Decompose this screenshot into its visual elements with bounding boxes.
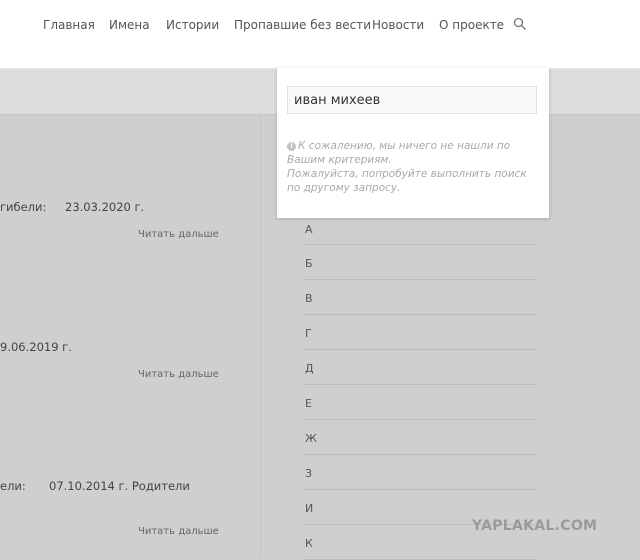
search-icon[interactable] [513, 17, 527, 31]
search-dropdown: !К сожалению, мы ничего не нашли по Ваши… [277, 68, 549, 218]
letter-g[interactable]: Г [304, 315, 536, 350]
entry-3-date: 07.10.2014 г. Родители [49, 479, 190, 493]
letter-z[interactable]: З [304, 455, 536, 490]
letter-b[interactable]: Б [304, 245, 536, 280]
top-navigation: Главная Имена Истории Пропавшие без вест… [0, 0, 640, 69]
entry-2-date: 9.06.2019 г. [0, 340, 72, 354]
entry-1-label: гибели: [0, 200, 47, 214]
nav-item-home[interactable]: Главная [43, 18, 95, 32]
letter-e[interactable]: Е [304, 385, 536, 420]
nav-item-names[interactable]: Имена [109, 18, 150, 32]
nav-item-stories[interactable]: Истории [166, 18, 219, 32]
letter-d[interactable]: Д [304, 350, 536, 385]
alphabet-index: А Б В Г Д Е Ж З И К [304, 210, 536, 560]
entry-3-label: ели: [0, 479, 26, 493]
nav-item-missing[interactable]: Пропавшие без вести [234, 18, 371, 32]
info-icon: ! [287, 142, 296, 151]
no-results-message: ! К сожалению, мы ничего не нашли по Ваши… [287, 139, 542, 195]
no-results-line-2: Пожалуйста, попробуйте выполнить поиск п… [287, 168, 527, 194]
dropdown-caret [517, 61, 531, 68]
nav-item-news[interactable]: Новости [372, 18, 424, 32]
nav-item-about[interactable]: О проекте [439, 18, 504, 32]
letter-v[interactable]: В [304, 280, 536, 315]
watermark-logo: YAPLAKAL.COM [472, 518, 598, 534]
entry-1-read-more-link[interactable]: Читать дальше [138, 229, 219, 240]
entry-2-read-more-link[interactable]: Читать дальше [138, 369, 219, 380]
entry-3-read-more-link[interactable]: Читать дальше [138, 526, 219, 537]
letter-zh[interactable]: Ж [304, 420, 536, 455]
no-results-line-1: К сожалению, мы ничего не нашли по Вашим… [287, 140, 511, 166]
search-input[interactable] [287, 86, 537, 114]
entry-1-date: 23.03.2020 г. [65, 200, 145, 214]
column-divider [260, 115, 261, 557]
